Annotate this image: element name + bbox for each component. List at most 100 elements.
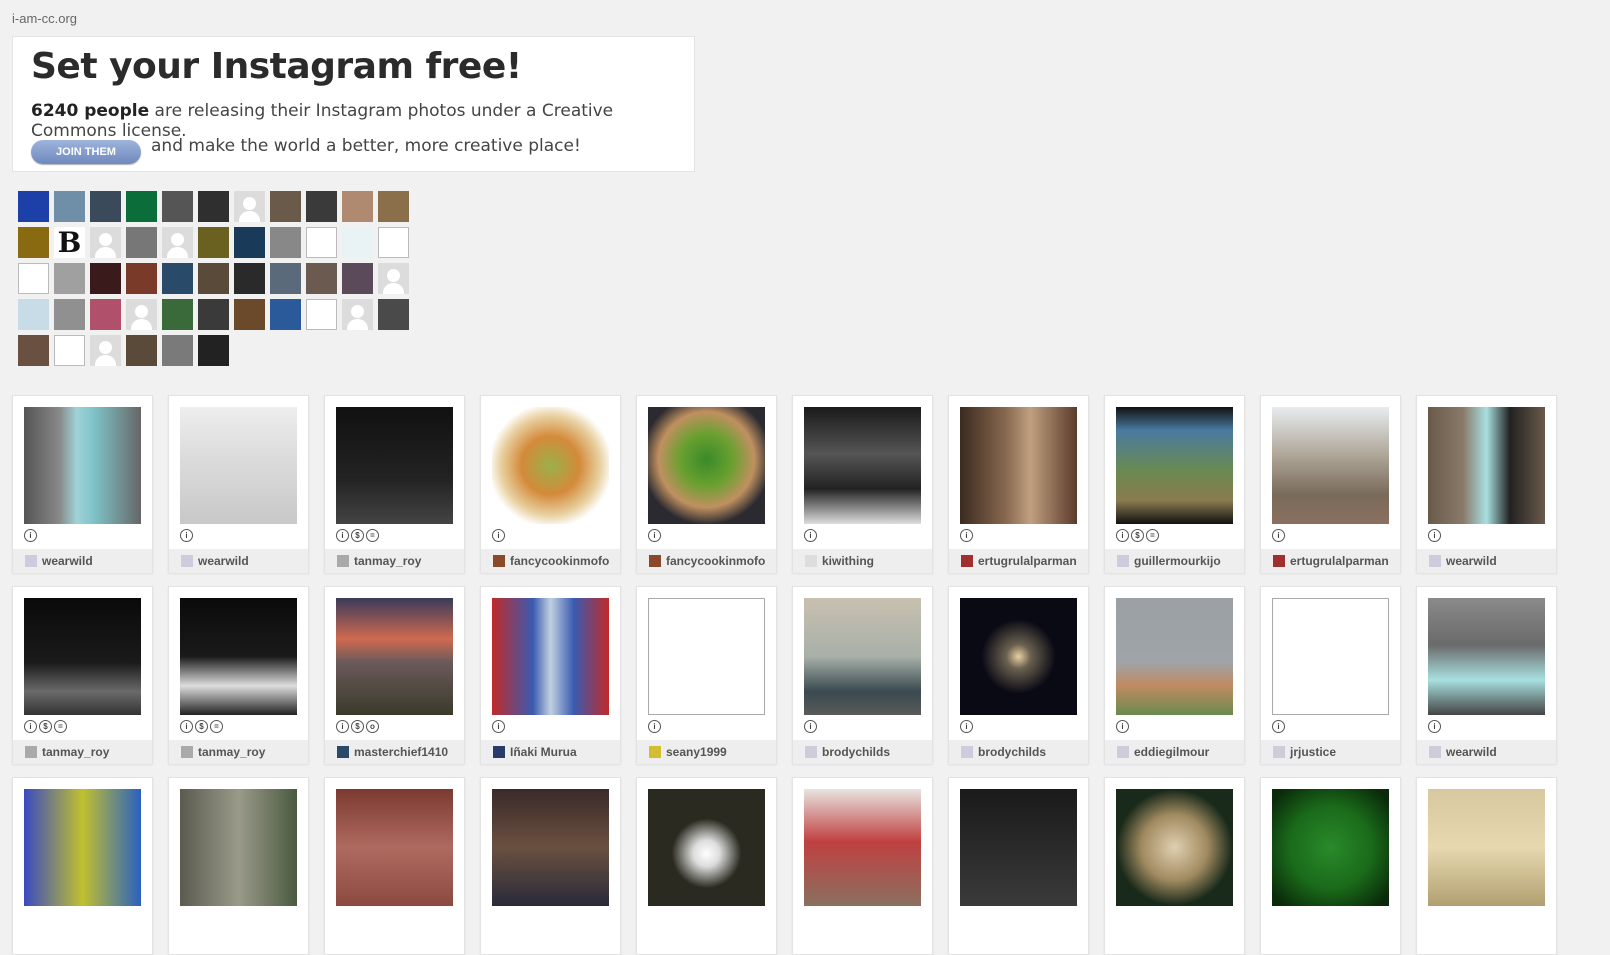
photo-card[interactable]: i $ = guillermourkijo <box>1104 395 1245 573</box>
photo-thumbnail[interactable] <box>336 789 453 906</box>
photo-thumbnail[interactable] <box>648 407 765 524</box>
photo-owner[interactable]: ertugrulalparman <box>1261 549 1400 573</box>
photo-thumbnail[interactable] <box>804 407 921 524</box>
owner-username[interactable]: eddiegilmour <box>1134 745 1209 759</box>
photo-thumbnail[interactable] <box>492 598 609 715</box>
photo-thumbnail[interactable] <box>1428 598 1545 715</box>
photo-thumbnail[interactable] <box>960 598 1077 715</box>
photo-owner[interactable]: kiwithing <box>793 549 932 573</box>
photo-thumbnail[interactable] <box>492 407 609 524</box>
photo-thumbnail[interactable] <box>180 598 297 715</box>
member-avatar[interactable] <box>90 299 121 330</box>
photo-thumbnail[interactable] <box>960 789 1077 906</box>
member-avatar[interactable] <box>378 299 409 330</box>
member-avatar[interactable] <box>126 335 157 366</box>
photo-thumbnail[interactable] <box>180 789 297 906</box>
photo-card[interactable]: i seany1999 <box>636 586 777 764</box>
member-avatar[interactable] <box>90 335 121 366</box>
photo-thumbnail[interactable] <box>1116 789 1233 906</box>
photo-thumbnail[interactable] <box>492 789 609 906</box>
photo-card[interactable]: i $ = tanmay_roy <box>12 586 153 764</box>
photo-owner[interactable]: wearwild <box>1417 740 1556 764</box>
photo-card[interactable]: i wearwild <box>12 395 153 573</box>
photo-thumbnail[interactable] <box>1272 789 1389 906</box>
member-avatar[interactable] <box>342 227 373 258</box>
owner-username[interactable]: guillermourkijo <box>1134 554 1221 568</box>
photo-thumbnail[interactable] <box>648 598 765 715</box>
photo-thumbnail[interactable] <box>24 789 141 906</box>
photo-thumbnail[interactable] <box>1116 598 1233 715</box>
photo-thumbnail[interactable] <box>336 407 453 524</box>
photo-card[interactable] <box>948 777 1089 955</box>
owner-username[interactable]: fancycookinmofo <box>510 554 609 568</box>
photo-card[interactable] <box>1104 777 1245 955</box>
member-avatar[interactable] <box>378 263 409 294</box>
member-avatar[interactable] <box>18 299 49 330</box>
photo-card[interactable]: i Iñaki Murua <box>480 586 621 764</box>
photo-thumbnail[interactable] <box>804 598 921 715</box>
member-avatar[interactable] <box>18 335 49 366</box>
owner-username[interactable]: ertugrulalparman <box>978 554 1077 568</box>
photo-owner[interactable]: wearwild <box>13 549 152 573</box>
member-avatar[interactable] <box>306 227 337 258</box>
photo-thumbnail[interactable] <box>960 407 1077 524</box>
photo-card[interactable] <box>1416 777 1557 955</box>
member-avatar[interactable] <box>90 263 121 294</box>
photo-owner[interactable]: fancycookinmofo <box>637 549 776 573</box>
member-avatar[interactable] <box>162 299 193 330</box>
member-avatar[interactable] <box>198 299 229 330</box>
photo-card[interactable] <box>324 777 465 955</box>
photo-thumbnail[interactable] <box>180 407 297 524</box>
photo-owner[interactable]: seany1999 <box>637 740 776 764</box>
owner-username[interactable]: fancycookinmofo <box>666 554 765 568</box>
photo-owner[interactable]: masterchief1410 <box>325 740 464 764</box>
photo-card[interactable]: i wearwild <box>1416 586 1557 764</box>
member-avatar[interactable] <box>198 227 229 258</box>
member-avatar[interactable] <box>162 191 193 222</box>
photo-card[interactable]: i $ = tanmay_roy <box>324 395 465 573</box>
member-avatar[interactable] <box>342 299 373 330</box>
member-avatar[interactable] <box>234 299 265 330</box>
photo-thumbnail[interactable] <box>1116 407 1233 524</box>
photo-card[interactable]: i wearwild <box>1416 395 1557 573</box>
photo-owner[interactable]: ertugrulalparman <box>949 549 1088 573</box>
photo-thumbnail[interactable] <box>648 789 765 906</box>
member-avatar[interactable] <box>306 263 337 294</box>
member-avatar[interactable] <box>162 335 193 366</box>
owner-username[interactable]: wearwild <box>198 554 249 568</box>
photo-thumbnail[interactable] <box>1428 407 1545 524</box>
photo-owner[interactable]: tanmay_roy <box>325 549 464 573</box>
photo-card[interactable]: i brodychilds <box>948 586 1089 764</box>
owner-username[interactable]: tanmay_roy <box>198 745 265 759</box>
photo-thumbnail[interactable] <box>1428 789 1545 906</box>
photo-thumbnail[interactable] <box>336 598 453 715</box>
photo-thumbnail[interactable] <box>1272 407 1389 524</box>
member-avatar[interactable] <box>342 263 373 294</box>
owner-username[interactable]: wearwild <box>1446 745 1497 759</box>
member-avatar[interactable] <box>90 191 121 222</box>
member-avatar[interactable] <box>54 191 85 222</box>
photo-card[interactable] <box>480 777 621 955</box>
owner-username[interactable]: wearwild <box>42 554 93 568</box>
photo-owner[interactable]: brodychilds <box>793 740 932 764</box>
photo-card[interactable]: i jrjustice <box>1260 586 1401 764</box>
member-avatar[interactable] <box>306 191 337 222</box>
member-avatar[interactable] <box>234 191 265 222</box>
member-avatar[interactable] <box>126 263 157 294</box>
photo-card[interactable] <box>12 777 153 955</box>
photo-owner[interactable]: tanmay_roy <box>169 740 308 764</box>
owner-username[interactable]: ertugrulalparman <box>1290 554 1389 568</box>
photo-owner[interactable]: jrjustice <box>1261 740 1400 764</box>
member-avatar[interactable] <box>126 227 157 258</box>
owner-username[interactable]: kiwithing <box>822 554 874 568</box>
photo-card[interactable]: i ertugrulalparman <box>1260 395 1401 573</box>
member-avatar[interactable] <box>306 299 337 330</box>
owner-username[interactable]: tanmay_roy <box>42 745 109 759</box>
member-avatar[interactable] <box>270 191 301 222</box>
photo-thumbnail[interactable] <box>24 407 141 524</box>
photo-owner[interactable]: wearwild <box>169 549 308 573</box>
photo-owner[interactable]: eddiegilmour <box>1105 740 1244 764</box>
join-them-button[interactable]: JOIN THEM <box>31 140 141 164</box>
owner-username[interactable]: brodychilds <box>822 745 890 759</box>
member-avatar[interactable] <box>162 227 193 258</box>
